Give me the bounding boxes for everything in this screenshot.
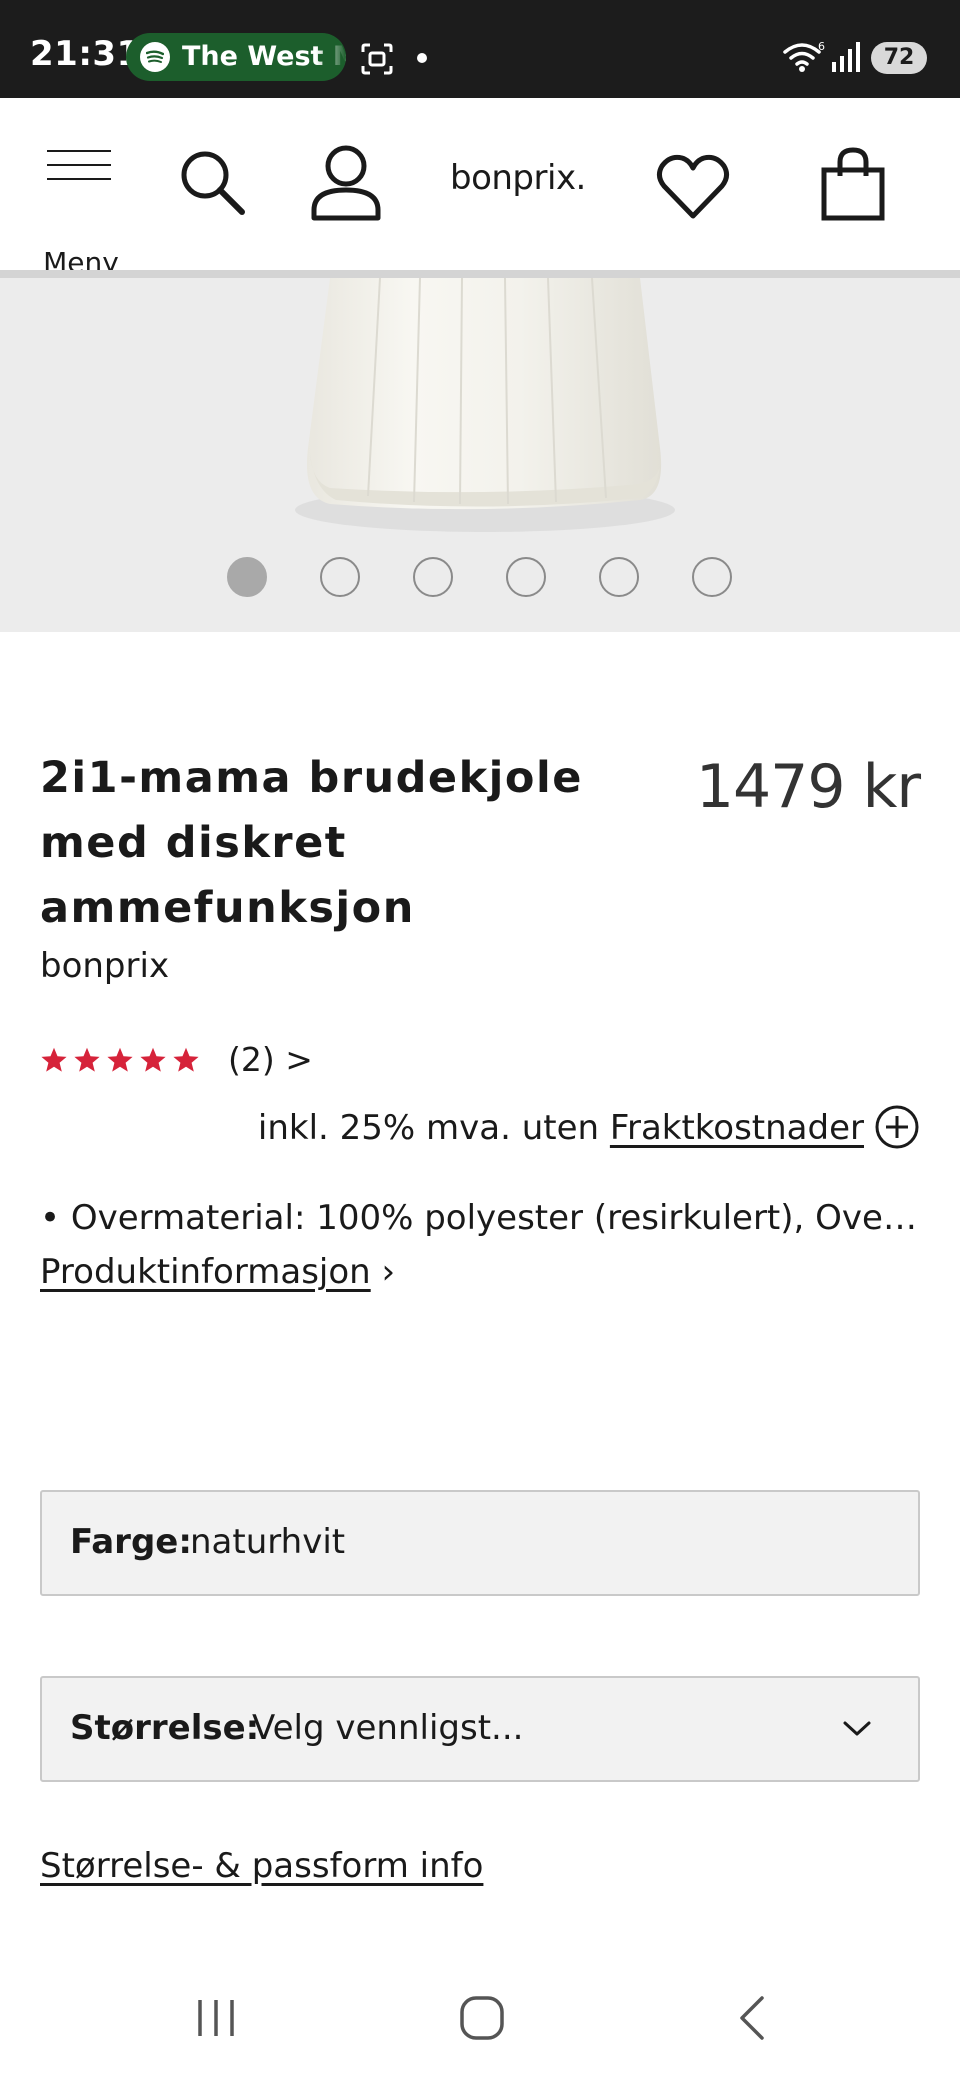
product-title: 2i1-mama brudekjole med diskret ammefunk… xyxy=(40,753,583,933)
size-selector[interactable]: Størrelse: Velg vennligst... xyxy=(40,1676,920,1782)
back-icon[interactable] xyxy=(730,1994,778,2042)
size-label: Størrelse: xyxy=(70,1708,260,1748)
search-icon[interactable] xyxy=(178,148,248,218)
color-value: naturhvit xyxy=(190,1522,346,1562)
size-fit-info-link[interactable]: Størrelse- & passform info xyxy=(40,1846,483,1886)
menu-button[interactable]: Meny xyxy=(40,150,122,279)
product-info-label: Produktinformasjon xyxy=(40,1252,371,1292)
hamburger-icon xyxy=(47,150,111,152)
wishlist-heart-icon[interactable] xyxy=(656,154,730,220)
recent-apps-icon[interactable] xyxy=(192,1994,240,2042)
vat-text: inkl. 25% mva. uten xyxy=(257,1108,610,1148)
shopping-bag-icon[interactable] xyxy=(820,146,886,222)
chevron-right-icon: › xyxy=(381,1252,396,1292)
wifi-icon: 6 xyxy=(783,40,825,72)
star-icon xyxy=(41,1047,67,1072)
signal-icon xyxy=(832,42,860,72)
star-icon xyxy=(173,1047,199,1072)
account-icon[interactable] xyxy=(310,144,382,222)
svg-text:6: 6 xyxy=(818,40,825,53)
battery-indicator: 72 xyxy=(871,42,927,74)
status-time: 21:31 xyxy=(30,34,141,74)
chevron-down-icon xyxy=(843,1721,871,1736)
color-selector[interactable]: Farge: naturhvit xyxy=(40,1490,920,1596)
size-value: Velg vennligst... xyxy=(252,1708,524,1748)
notification-dot xyxy=(417,53,427,63)
product-info-link[interactable]: Produktinformasjon › xyxy=(40,1252,395,1292)
carousel-dot[interactable] xyxy=(227,557,267,597)
vat-info: inkl. 25% mva. uten Fraktkostnader xyxy=(257,1105,920,1158)
system-nav-bar xyxy=(0,1964,960,2080)
star-icon xyxy=(107,1047,133,1072)
status-bar: 21:31 The West M 6 72 xyxy=(0,0,960,98)
star-icon xyxy=(74,1047,100,1072)
spotify-icon xyxy=(140,42,170,72)
carousel-dot[interactable] xyxy=(413,557,453,597)
product-price: 1479 kr xyxy=(695,752,921,822)
star-icon xyxy=(140,1047,166,1072)
home-icon[interactable] xyxy=(458,1994,506,2042)
site-header: Meny bonprix. xyxy=(0,98,960,279)
plus-circle-icon[interactable] xyxy=(874,1104,920,1150)
product-material-summary: • Overmaterial: 100% polyester (resirkul… xyxy=(40,1198,920,1238)
carousel-dot[interactable] xyxy=(692,557,732,597)
media-playing-chip[interactable]: The West M xyxy=(126,33,346,81)
product-image[interactable] xyxy=(0,278,960,632)
carousel-dot[interactable] xyxy=(599,557,639,597)
shipping-cost-link[interactable]: Fraktkostnader xyxy=(610,1108,864,1148)
bonprix-logo[interactable]: bonprix. xyxy=(450,158,586,198)
review-count-link[interactable]: (2) > xyxy=(228,1040,313,1079)
screen-recorder-icon xyxy=(361,43,393,75)
product-brand: bonprix xyxy=(40,946,170,986)
color-label: Farge: xyxy=(70,1522,192,1562)
carousel-dot[interactable] xyxy=(320,557,360,597)
carousel-dot[interactable] xyxy=(506,557,546,597)
dress-photo xyxy=(295,278,675,532)
